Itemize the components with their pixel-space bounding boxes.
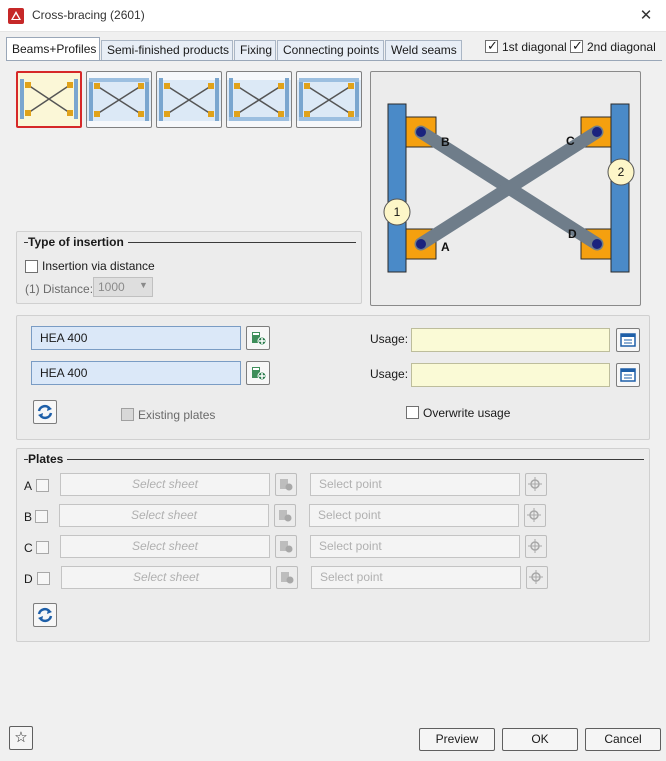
preview-diagram: B C A D 1 2 [370,71,641,306]
plate-c-checkbox[interactable] [36,541,49,554]
tab-connecting-points[interactable]: Connecting points [277,40,384,60]
overwrite-usage-label: Overwrite usage [423,406,511,420]
cancel-button[interactable]: Cancel [585,728,661,751]
distance-select[interactable]: 1000 ▼ [93,277,153,297]
sheet-picker-icon[interactable] [274,504,296,527]
profile-catalog-icon[interactable] [246,361,270,385]
preview-button[interactable]: Preview [419,728,495,751]
point-label-c: C [566,134,575,148]
plate-d-point-field[interactable]: Select point [311,566,521,589]
insertion-via-distance-label: Insertion via distance [42,259,155,273]
variant-thumb-1[interactable] [16,71,82,128]
plate-c-point-field[interactable]: Select point [310,535,520,558]
second-diagonal-label: 2nd diagonal [587,40,656,54]
beam-label-2: 2 [618,165,625,179]
beam-label-1: 1 [394,205,401,219]
usage-label-2: Usage: [370,367,409,381]
usage-list-icon[interactable] [616,328,640,352]
tab-fixing[interactable]: Fixing [234,40,276,60]
plate-d-checkbox[interactable] [37,572,50,585]
refresh-icon[interactable] [33,400,57,424]
point-c-dot [592,127,602,137]
overwrite-usage-checkbox[interactable] [406,406,419,419]
profile-1-field[interactable]: HEA 400 [31,326,241,350]
plate-d-sheet-field[interactable]: Select sheet [61,566,271,589]
second-diagonal-checkbox[interactable] [570,38,583,54]
plates-group-line [24,459,644,460]
first-diagonal-checkbox[interactable] [485,38,498,54]
profile-catalog-icon[interactable] [246,326,270,350]
plate-b-checkbox[interactable] [35,510,48,523]
tab-weld-seams[interactable]: Weld seams [385,40,462,60]
tab-divider [6,60,662,61]
sheet-picker-icon[interactable] [275,535,297,558]
plate-a-checkbox[interactable] [36,479,49,492]
tab-beams-profiles[interactable]: Beams+Profiles [6,37,100,61]
plate-row-d-label: D [24,572,33,586]
point-d-dot [592,239,602,249]
point-label-a: A [441,240,450,254]
point-b-dot [416,127,426,137]
close-icon[interactable]: ✕ [636,6,656,26]
distance-value: 1000 [98,280,125,294]
variant-thumb-4[interactable] [226,71,292,128]
point-picker-icon[interactable] [525,473,547,496]
distance-label: (1) Distance: [25,282,94,296]
plate-row-a-label: A [24,479,33,493]
plate-b-point-field[interactable]: Select point [309,504,519,527]
plate-row-b-label: B [24,510,33,524]
chevron-down-icon: ▼ [139,280,148,290]
profile-2-field[interactable]: HEA 400 [31,361,241,385]
beam-right [610,103,630,273]
usage-label-1: Usage: [370,332,409,346]
favorite-star-icon[interactable]: ☆ [9,726,33,750]
plate-b-sheet-field[interactable]: Select sheet [59,504,269,527]
variant-thumb-3[interactable] [156,71,222,128]
point-picker-icon[interactable] [525,535,547,558]
existing-plates-label: Existing plates [138,408,216,422]
first-diagonal-label: 1st diagonal [502,40,567,54]
sheet-picker-icon[interactable] [276,566,298,589]
insertion-group-title: Type of insertion [28,235,128,249]
variant-thumb-2[interactable] [86,71,152,128]
tab-semi-finished-products[interactable]: Semi-finished products [101,40,233,60]
sheet-picker-icon[interactable] [275,473,297,496]
point-label-b: B [441,135,450,149]
point-label-d: D [568,227,577,241]
app-icon [8,8,24,24]
existing-plates-checkbox[interactable] [121,408,134,421]
beam-left [387,103,407,273]
plate-c-sheet-field[interactable]: Select sheet [60,535,270,558]
point-a-dot [416,239,426,249]
point-picker-icon[interactable] [526,566,548,589]
plate-a-point-field[interactable]: Select point [310,473,520,496]
plates-group-title: Plates [28,452,68,466]
usage-field-1[interactable] [411,328,610,352]
variant-thumb-5[interactable] [296,71,362,128]
usage-field-2[interactable] [411,363,610,387]
window-title: Cross-bracing (2601) [32,8,145,22]
plate-a-sheet-field[interactable]: Select sheet [60,473,270,496]
insertion-via-distance-checkbox[interactable] [25,260,38,273]
point-picker-icon[interactable] [524,504,546,527]
usage-list-icon[interactable] [616,363,640,387]
ok-button[interactable]: OK [502,728,578,751]
refresh-icon[interactable] [33,603,57,627]
plate-row-c-label: C [24,541,33,555]
